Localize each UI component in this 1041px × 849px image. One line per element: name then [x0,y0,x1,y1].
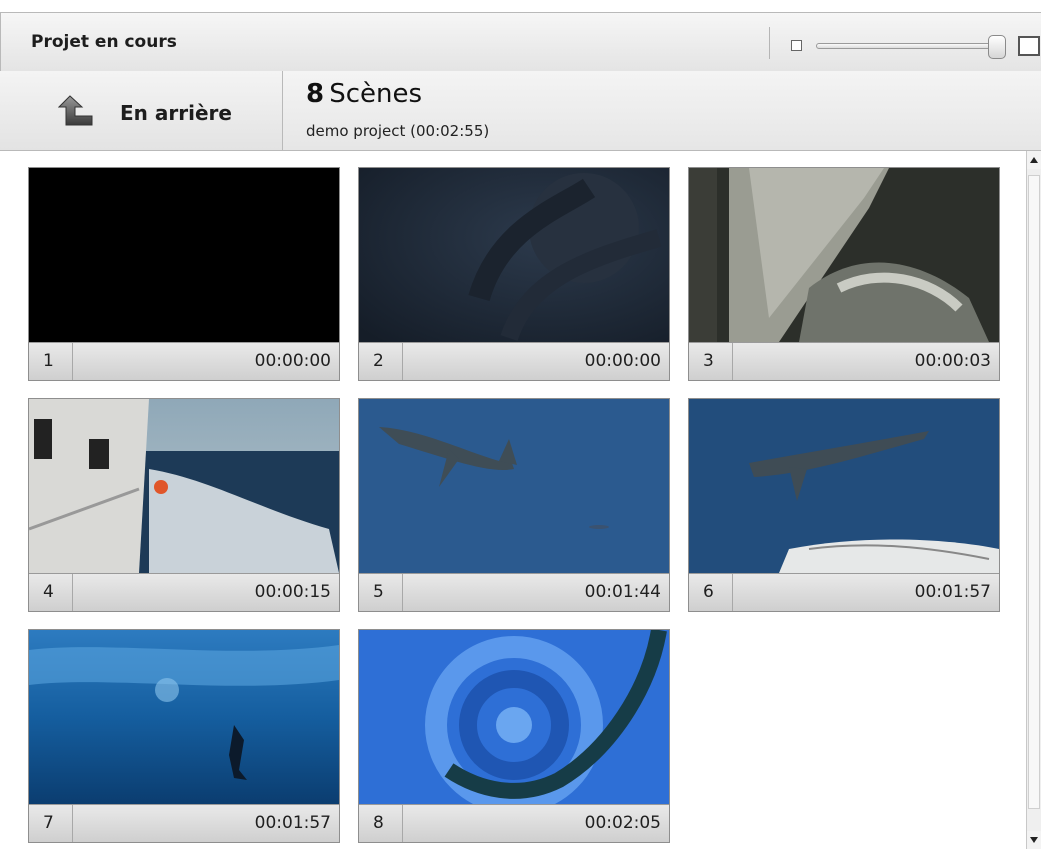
scene-tile[interactable]: 2 00:00:00 [358,167,670,381]
scene-number: 5 [359,574,403,611]
scene-thumbnail [689,399,999,573]
scene-info-bar: 1 00:00:00 [29,342,339,380]
scene-timestamp: 00:00:00 [584,351,661,371]
scene-number: 7 [29,805,73,842]
back-button[interactable]: En arrière [0,71,283,150]
panel-header: Projet en cours [0,12,1041,72]
scene-info-bar: 5 00:01:44 [359,573,669,611]
scene-timestamp: 00:02:05 [584,813,661,833]
scene-number: 2 [359,343,403,380]
scrollbar-thumb[interactable] [1028,175,1040,809]
scene-info-bar: 8 00:02:05 [359,804,669,842]
thumbnail-large-icon[interactable] [1018,36,1040,56]
scene-thumbnail [359,630,669,804]
scene-info-bar: 4 00:00:15 [29,573,339,611]
scene-number: 8 [359,805,403,842]
scene-count: 8 [306,79,325,109]
thumbnail-small-icon[interactable] [791,40,802,51]
scene-tile[interactable]: 5 00:01:44 [358,398,670,612]
scene-tile[interactable]: 8 00:02:05 [358,629,670,843]
scroll-down-arrow-icon[interactable] [1027,831,1041,849]
scroll-up-arrow-icon[interactable] [1027,151,1041,169]
scene-thumbnail [689,168,999,342]
scene-number: 1 [29,343,73,380]
scene-number: 3 [689,343,733,380]
scene-grid-area: 1 00:00:00 2 00:00:00 3 00:00:03 4 00:00… [0,151,1026,849]
back-button-label: En arrière [120,101,232,125]
scene-timestamp: 00:00:15 [254,582,331,602]
scene-thumbnail [29,168,339,342]
thumbnail-size-slider[interactable] [816,43,1006,49]
back-arrow-icon [57,94,96,128]
scene-timestamp: 00:01:44 [584,582,661,602]
scene-thumbnail [29,399,339,573]
slider-handle[interactable] [988,35,1006,59]
scene-info-bar: 3 00:00:03 [689,342,999,380]
project-info: demo project (00:02:55) [306,122,490,140]
scene-timestamp: 00:01:57 [914,582,991,602]
scene-info-bar: 7 00:01:57 [29,804,339,842]
scene-timestamp: 00:01:57 [254,813,331,833]
scenes-heading: 8 Scènes [306,79,422,109]
scene-tile[interactable]: 4 00:00:15 [28,398,340,612]
scene-tile[interactable]: 1 00:00:00 [28,167,340,381]
vertical-scrollbar[interactable] [1026,151,1041,849]
scene-number: 4 [29,574,73,611]
scene-thumbnail [29,630,339,804]
panel-title: Projet en cours [31,32,177,52]
header-divider [769,27,770,59]
scenes-label: Scènes [329,79,423,109]
scene-tile[interactable]: 3 00:00:03 [688,167,1000,381]
scene-info-bar: 2 00:00:00 [359,342,669,380]
scene-tile[interactable]: 7 00:01:57 [28,629,340,843]
navigation-bar: En arrière 8 Scènes demo project (00:02:… [0,71,1041,151]
scene-timestamp: 00:00:03 [914,351,991,371]
scene-timestamp: 00:00:00 [254,351,331,371]
scene-thumbnail [359,399,669,573]
scene-info-bar: 6 00:01:57 [689,573,999,611]
scene-thumbnail [359,168,669,342]
scene-tile[interactable]: 6 00:01:57 [688,398,1000,612]
scene-number: 6 [689,574,733,611]
